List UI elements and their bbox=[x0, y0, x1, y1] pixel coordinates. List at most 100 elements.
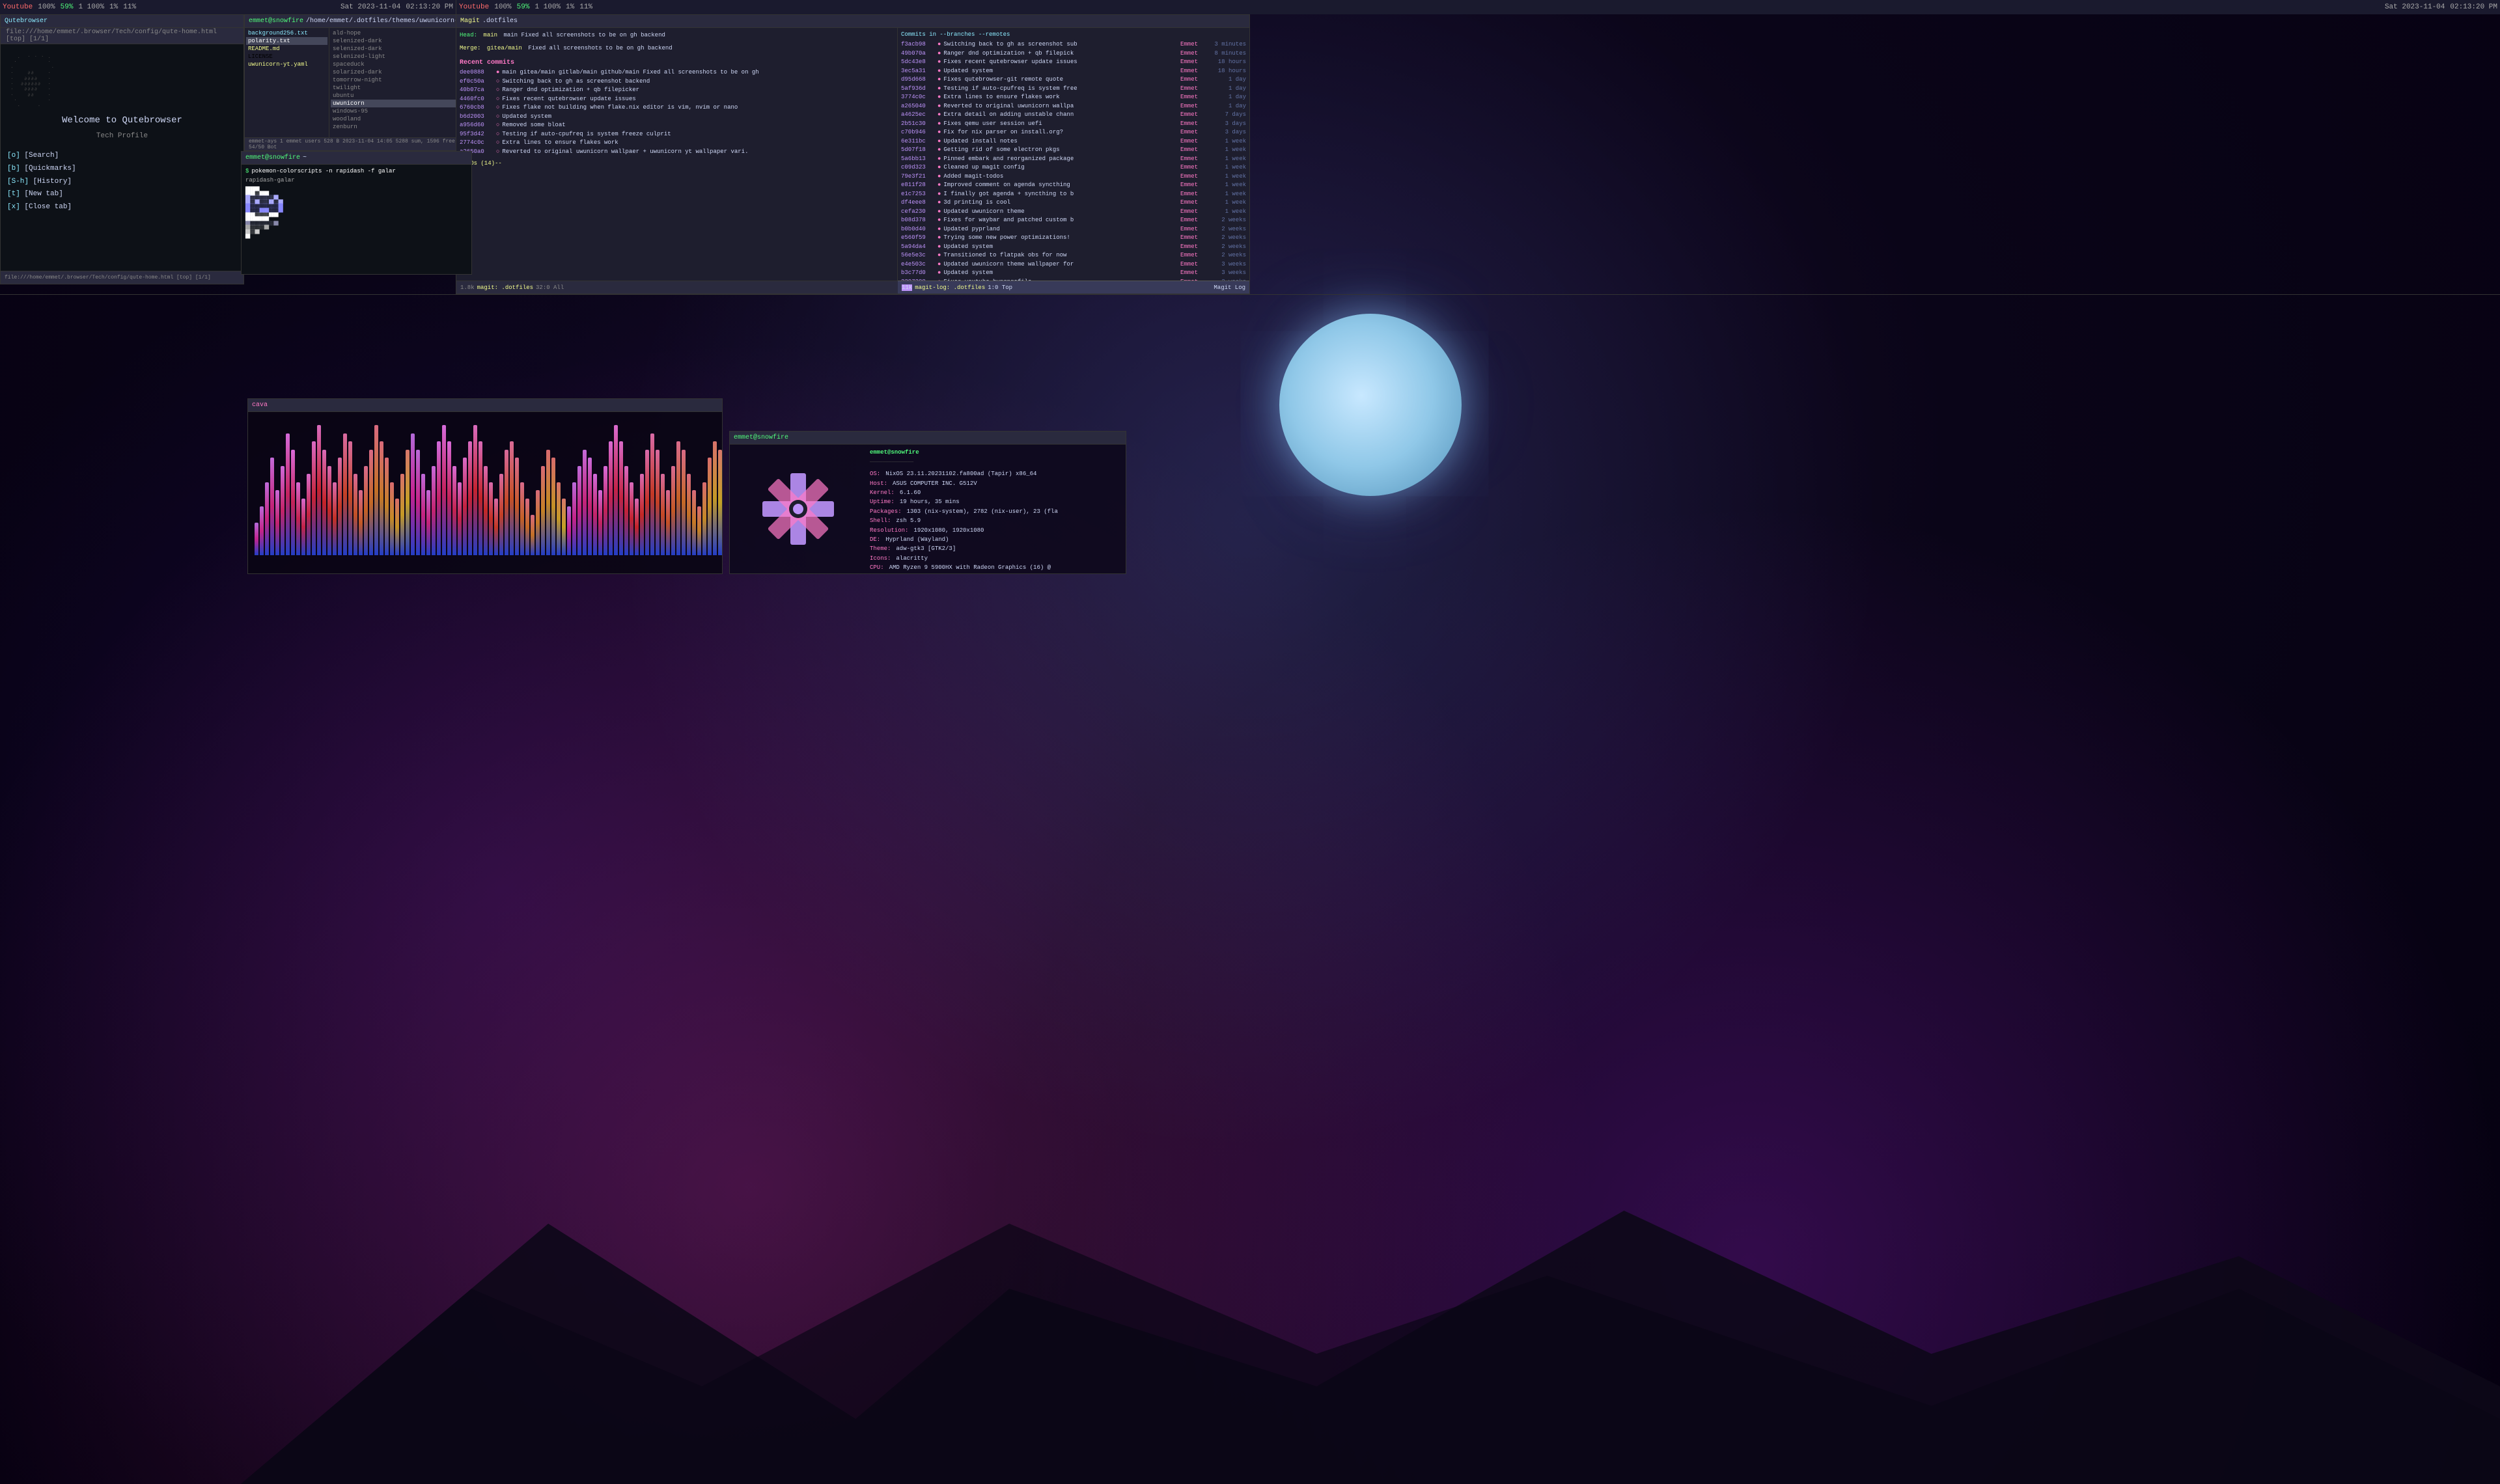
magit-log-row[interactable]: 3ec5a31●Updated systemEmmet18 hours bbox=[901, 67, 1246, 76]
magit-log-row[interactable]: a265040●Reverted to original uwunicorn w… bbox=[901, 102, 1246, 111]
magit-log-row[interactable]: e560f59●Trying some new power optimizati… bbox=[901, 234, 1246, 243]
qb-menu-newtab[interactable]: [t] [New tab] bbox=[7, 188, 237, 201]
qutebrowser-urlbar[interactable]: file:///home/emmet/.browser/Tech/config/… bbox=[1, 28, 243, 44]
log-hash: cefa230 bbox=[901, 208, 935, 217]
magit-log-row[interactable]: 79e3f21●Added magit-todosEmmet1 week bbox=[901, 172, 1246, 182]
magit-log-row[interactable]: 56e5e3c●Transitioned to flatpak obs for … bbox=[901, 251, 1246, 260]
commit-row[interactable]: 4460fc0 ○ Fixes recent qutebrowser updat… bbox=[460, 95, 894, 104]
magit-log-row[interactable]: 2b51c30●Fixes qemu user session uefiEmme… bbox=[901, 120, 1246, 129]
viz-bar bbox=[515, 458, 519, 555]
file-item[interactable]: LICENSE bbox=[246, 53, 327, 61]
qb-menu-search[interactable]: [o] [Search] bbox=[7, 150, 237, 163]
file-item-selected[interactable]: polarity.txt bbox=[246, 37, 327, 45]
commit-row[interactable]: dee0888 ● main gitea/main gitlab/main gi… bbox=[460, 68, 894, 77]
magit-log-row[interactable]: 5a6bb13●Pinned embark and reorganized pa… bbox=[901, 155, 1246, 164]
magit-log-row[interactable]: df4eee8●3d printing is coolEmmet1 week bbox=[901, 199, 1246, 208]
file-dir-item[interactable]: twilight bbox=[331, 84, 473, 92]
commit-hash: 6760cb8 bbox=[460, 103, 493, 113]
bottom-section: cava emmet@snowfire bbox=[241, 294, 2500, 1484]
qutebrowser-modeline: file:///home/emmet/.browser/Tech/config/… bbox=[1, 271, 243, 284]
magit-log-row[interactable]: f3acb98●Switching back to gh as screensh… bbox=[901, 40, 1246, 49]
file-dir-item[interactable]: zenburn bbox=[331, 123, 473, 131]
magit-log-row[interactable]: b08d378●Fixes for waybar and patched cus… bbox=[901, 216, 1246, 225]
viz-bar bbox=[452, 466, 456, 556]
magit-log-row[interactable]: b0b0d40●Updated pyprlandEmmet2 weeks bbox=[901, 225, 1246, 234]
file-dir-item[interactable]: tomorrow-night bbox=[331, 76, 473, 84]
magit-log-row[interactable]: c09d323●Cleaned up magit configEmmet1 we… bbox=[901, 163, 1246, 172]
statusbar-cpu: 1 100% bbox=[76, 3, 107, 11]
log-hash: 56e5e3c bbox=[901, 251, 935, 260]
magit-log-row[interactable]: 6e311bc●Updated install notesEmmet1 week bbox=[901, 137, 1246, 146]
term-cmd: pokemon-colorscripts -n rapidash -f gala… bbox=[251, 167, 395, 176]
magit-log-row[interactable]: c70b946●Fix for nix parser on install.or… bbox=[901, 128, 1246, 137]
file-dir-item[interactable]: spaceduck bbox=[331, 61, 473, 68]
magit-log-row[interactable]: a4625ec●Extra detail on adding unstable … bbox=[901, 111, 1246, 120]
file-dir-item[interactable]: windows-95 bbox=[331, 107, 473, 115]
magit-log-row[interactable]: 3774c0c●Extra lines to ensure flakes wor… bbox=[901, 93, 1246, 102]
viz-bar bbox=[275, 490, 279, 555]
file-dir-item[interactable]: ubuntu bbox=[331, 92, 473, 100]
log-msg: Extra lines to ensure flakes work bbox=[943, 93, 1178, 102]
commit-row[interactable]: b6d2003 ○ Updated system bbox=[460, 113, 894, 122]
neofetch-titlebar: emmet@snowfire bbox=[730, 432, 1126, 445]
qb-welcome-text: Welcome to Qutebrowser bbox=[7, 115, 237, 126]
qb-menu-quickmarks[interactable]: [b] [Quickmarks] bbox=[7, 163, 237, 176]
file-item[interactable]: README.md bbox=[246, 45, 327, 53]
magit-log-row[interactable]: 5a94da4●Updated systemEmmet2 weeks bbox=[901, 243, 1246, 252]
log-msg: Extra detail on adding unstable chann bbox=[943, 111, 1178, 120]
magit-log-row[interactable]: 5dc43e8●Fixes recent qutebrowser update … bbox=[901, 58, 1246, 67]
viz-bar bbox=[687, 474, 691, 555]
magit-log-row[interactable]: e1c7253●I finally got agenda + syncthing… bbox=[901, 190, 1246, 199]
commit-row[interactable]: 40b07ca ○ Ranger dnd optimization + qb f… bbox=[460, 86, 894, 95]
log-hash: d95d668 bbox=[901, 76, 935, 85]
commit-row[interactable]: 6760cb8 ○ Fixes flake not building when … bbox=[460, 103, 894, 113]
commit-msg: Updated system bbox=[502, 113, 894, 122]
commit-row[interactable]: 95f3d42 ○ Testing if auto-cpufreq is sys… bbox=[460, 130, 894, 139]
viz-bar bbox=[630, 482, 633, 556]
file-item[interactable]: background256.txt bbox=[246, 29, 327, 37]
magit-log-row[interactable]: 5d07f18●Getting rid of some electron pkg… bbox=[901, 146, 1246, 155]
magit-log-row[interactable]: d95d668●Fixes qutebrowser-git remote quo… bbox=[901, 76, 1246, 85]
magit-log-row[interactable]: cefa230●Updated uwunicorn themeEmmet1 we… bbox=[901, 208, 1246, 217]
viz-bar bbox=[551, 458, 555, 555]
file-dir-item[interactable]: selenized-light bbox=[331, 53, 473, 61]
qb-menu-closetab[interactable]: [x] [Close tab] bbox=[7, 201, 237, 214]
recent-commits-heading: Recent commits bbox=[460, 59, 894, 66]
viz-bar bbox=[708, 458, 712, 555]
commit-row[interactable]: a2650a0 ○ Reverted to original uwunicorn… bbox=[460, 148, 894, 157]
file-dir-item[interactable]: ald-hope bbox=[331, 29, 473, 37]
commit-msg: main gitea/main gitlab/main github/main … bbox=[502, 68, 894, 77]
magit-main-content: Head: main main Fixed all screenshots to… bbox=[456, 28, 1249, 294]
log-msg: Reverted to original uwunicorn wallpa bbox=[943, 102, 1178, 111]
magit-log-row[interactable]: e811f28●Improved comment on agenda synct… bbox=[901, 181, 1246, 190]
file-dir-item[interactable]: selenized-dark bbox=[331, 37, 473, 45]
log-author: Emmet bbox=[1180, 208, 1208, 217]
magit-log-row[interactable]: b3c77d0●Updated systemEmmet3 weeks bbox=[901, 269, 1246, 278]
magit-log-row[interactable]: e4e503c●Updated uwunicorn theme wallpape… bbox=[901, 260, 1246, 269]
log-hash: f3acb98 bbox=[901, 40, 935, 49]
commit-row[interactable]: 2774c0c ○ Extra lines to ensure flakes w… bbox=[460, 139, 894, 148]
file-dir-item-selected[interactable]: uwunicorn bbox=[331, 100, 473, 107]
magit-log-row[interactable]: 5af936d●Testing if auto-cpufreq is syste… bbox=[901, 85, 1246, 94]
log-author: Emmet bbox=[1180, 58, 1208, 67]
qb-menu-history[interactable]: [S-h] [History] bbox=[7, 176, 237, 189]
commit-row[interactable]: a956d60 ○ Removed some bloat bbox=[460, 121, 894, 130]
qb-subtitle-text: Tech Profile bbox=[7, 132, 237, 140]
log-author: Emmet bbox=[1180, 155, 1208, 164]
viz-bar bbox=[650, 433, 654, 556]
viz-bar bbox=[656, 450, 660, 556]
log-age: 1 day bbox=[1210, 93, 1246, 102]
commit-row[interactable]: ef0c50a ○ Switching back to gh as screen… bbox=[460, 77, 894, 87]
file-item[interactable]: uwunicorn-yt.yaml bbox=[246, 61, 327, 68]
file-dir-item[interactable]: selenized-dark bbox=[331, 45, 473, 53]
magit-log-row[interactable]: 49b070a●Ranger dnd optimization + qb fil… bbox=[901, 49, 1246, 59]
file-dir-item[interactable]: solarized-dark bbox=[331, 68, 473, 76]
file-dir-item[interactable]: woodland bbox=[331, 115, 473, 123]
log-hash: a265040 bbox=[901, 102, 935, 111]
viz-bar bbox=[541, 466, 545, 556]
commit-hash: 95f3d42 bbox=[460, 130, 493, 139]
log-msg: 3d printing is cool bbox=[943, 199, 1178, 208]
statusbar-disk: 11% bbox=[120, 3, 139, 11]
viz-bar bbox=[437, 441, 441, 555]
statusbar-date-right: Sat 2023-11-04 bbox=[2382, 3, 2447, 11]
